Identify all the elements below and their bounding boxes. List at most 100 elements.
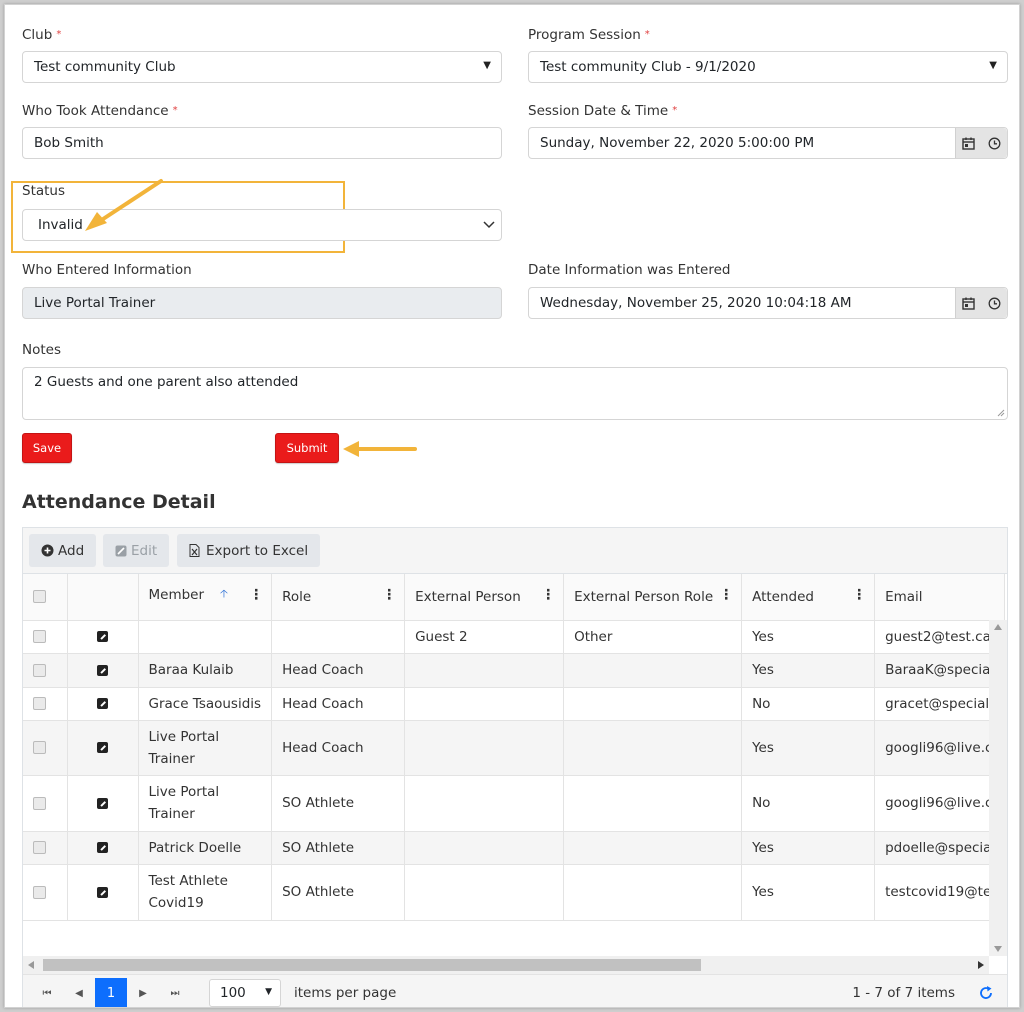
table-row[interactable]: Guest 2 Other Yes guest2@test.ca xyxy=(23,620,1006,654)
annotation-arrow-submit xyxy=(343,441,417,457)
column-header-attended[interactable]: Attended ⋮ xyxy=(741,574,876,621)
table-header-row: Member 🡡 ⋮ Role ⋮ External Person ⋮ External… xyxy=(23,574,1006,621)
submit-button[interactable]: Submit xyxy=(275,433,339,463)
add-button[interactable]: Add xyxy=(29,534,97,567)
edit-row-icon[interactable] xyxy=(97,797,108,809)
picker-buttons xyxy=(955,288,1007,318)
cell-role: Head Coach xyxy=(271,653,406,688)
attendance-table: Member 🡡 ⋮ Role ⋮ External Person ⋮ External… xyxy=(23,574,1006,921)
cell-email: testcovid19@te xyxy=(874,864,1006,921)
column-header-role[interactable]: Role ⋮ xyxy=(271,574,406,621)
grid-pager: ⏮ ◀ 1 ▶ ⏭ 100 ▼ items per page 1 - 7 of … xyxy=(23,974,1007,1007)
edit-row-icon[interactable] xyxy=(97,886,108,898)
date-entered-input[interactable]: Wednesday, November 25, 2020 10:04:18 AM xyxy=(528,287,1008,319)
who-took-attendance-input[interactable]: Bob Smith xyxy=(22,127,502,159)
cell-role: Head Coach xyxy=(271,720,406,776)
column-menu-icon[interactable]: ⋮ xyxy=(249,588,263,602)
cell-member: Patrick Doelle xyxy=(138,831,273,865)
page-number-button[interactable]: 1 xyxy=(95,978,127,1007)
prev-page-icon[interactable]: ◀ xyxy=(63,978,95,1007)
cell-attended: Yes xyxy=(741,864,876,921)
club-label: Club * xyxy=(22,27,62,43)
edit-button[interactable]: Edit xyxy=(103,534,170,567)
row-checkbox[interactable] xyxy=(33,663,46,677)
table-row[interactable]: Live Portal Trainer SO Athlete No googli… xyxy=(23,775,1006,832)
row-checkbox[interactable] xyxy=(33,697,46,710)
cell-external-role xyxy=(563,831,743,865)
row-checkbox[interactable] xyxy=(33,630,46,643)
row-checkbox[interactable] xyxy=(33,841,46,854)
row-checkbox[interactable] xyxy=(33,885,46,899)
cell-role: SO Athlete xyxy=(271,831,406,865)
who-took-attendance-label: Who Took Attendance * xyxy=(22,103,178,119)
items-per-page-label: items per page xyxy=(294,985,397,1001)
attendance-detail-title: Attendance Detail xyxy=(22,491,216,513)
cell-member: Grace Tsaousidis xyxy=(138,687,273,721)
program-session-select[interactable]: Test community Club - 9/1/2020 ▼ xyxy=(528,51,1008,83)
cell-member: Baraa Kulaib xyxy=(138,653,273,688)
select-all-checkbox[interactable] xyxy=(33,590,46,604)
cell-member: Live Portal Trainer xyxy=(138,720,273,776)
cell-external-person xyxy=(404,687,565,721)
cell-email: googli96@live.c xyxy=(874,775,1006,832)
column-header-member[interactable]: Member 🡡 ⋮ xyxy=(138,574,273,621)
table-row[interactable]: Baraa Kulaib Head Coach Yes BaraaK@speci… xyxy=(23,653,1006,688)
cell-role: SO Athlete xyxy=(271,775,406,832)
table-row[interactable]: Grace Tsaousidis Head Coach No gracet@sp… xyxy=(23,687,1006,721)
cell-external-role xyxy=(563,653,743,688)
refresh-icon[interactable] xyxy=(979,986,993,1000)
resize-handle-icon[interactable] xyxy=(997,409,1005,417)
column-header-external-person[interactable]: External Person ⋮ xyxy=(404,574,565,621)
cell-email: pdoelle@specia xyxy=(874,831,1006,865)
scroll-up-icon[interactable] xyxy=(994,624,1002,630)
row-checkbox[interactable] xyxy=(33,741,46,754)
clock-icon[interactable] xyxy=(988,137,1001,150)
cell-external-role xyxy=(563,864,743,921)
column-header-email[interactable]: Email xyxy=(874,574,1006,621)
calendar-icon[interactable] xyxy=(962,297,975,310)
edit-row-icon[interactable] xyxy=(97,631,108,642)
cell-attended: Yes xyxy=(741,720,876,776)
cell-email: BaraaK@special xyxy=(874,653,1006,688)
column-menu-icon[interactable]: ⋮ xyxy=(719,588,733,602)
export-excel-button[interactable]: Export to Excel xyxy=(177,534,321,567)
next-page-icon[interactable]: ▶ xyxy=(127,978,159,1007)
status-label: Status xyxy=(22,183,66,199)
scroll-down-icon[interactable] xyxy=(994,946,1002,952)
cell-external-person xyxy=(404,775,565,832)
last-page-icon[interactable]: ⏭ xyxy=(159,978,191,1007)
clock-icon[interactable] xyxy=(988,297,1001,310)
edit-row-icon[interactable] xyxy=(97,664,108,676)
row-checkbox[interactable] xyxy=(33,796,46,810)
who-entered-label: Who Entered Information xyxy=(22,262,192,278)
save-button[interactable]: Save xyxy=(22,433,72,463)
scroll-left-icon[interactable] xyxy=(28,961,34,969)
edit-row-icon[interactable] xyxy=(97,698,108,709)
cell-attended: Yes xyxy=(741,831,876,865)
horizontal-scrollbar[interactable] xyxy=(23,956,989,974)
edit-row-icon[interactable] xyxy=(97,842,108,853)
vertical-scrollbar[interactable] xyxy=(989,620,1007,956)
cell-attended: Yes xyxy=(741,653,876,688)
edit-row-icon[interactable] xyxy=(97,742,108,753)
first-page-icon[interactable]: ⏮ xyxy=(31,978,63,1007)
column-menu-icon[interactable]: ⋮ xyxy=(382,588,396,602)
club-select[interactable]: Test community Club ▼ xyxy=(22,51,502,83)
calendar-icon[interactable] xyxy=(962,137,975,150)
table-row[interactable]: Live Portal Trainer Head Coach Yes googl… xyxy=(23,720,1006,776)
cell-member: Test Athlete Covid19 xyxy=(138,864,273,921)
table-row[interactable]: Test Athlete Covid19 SO Athlete Yes test… xyxy=(23,864,1006,921)
column-menu-icon[interactable]: ⋮ xyxy=(852,588,866,602)
horizontal-scroll-thumb[interactable] xyxy=(43,959,701,971)
column-menu-icon[interactable]: ⋮ xyxy=(541,588,555,602)
sort-ascending-icon: 🡡 xyxy=(220,587,228,601)
session-date-input[interactable]: Sunday, November 22, 2020 5:00:00 PM xyxy=(528,127,1008,159)
page-size-select[interactable]: 100 ▼ xyxy=(209,979,281,1007)
scroll-right-icon[interactable] xyxy=(978,961,984,969)
table-row[interactable]: Patrick Doelle SO Athlete Yes pdoelle@sp… xyxy=(23,831,1006,865)
column-header-external-person-role[interactable]: External Person Role ⋮ xyxy=(563,574,743,621)
notes-textarea[interactable]: 2 Guests and one parent also attended xyxy=(22,367,1008,420)
notes-label: Notes xyxy=(22,342,61,358)
cell-email: googli96@live.c xyxy=(874,720,1006,776)
chevron-down-icon xyxy=(483,221,495,229)
